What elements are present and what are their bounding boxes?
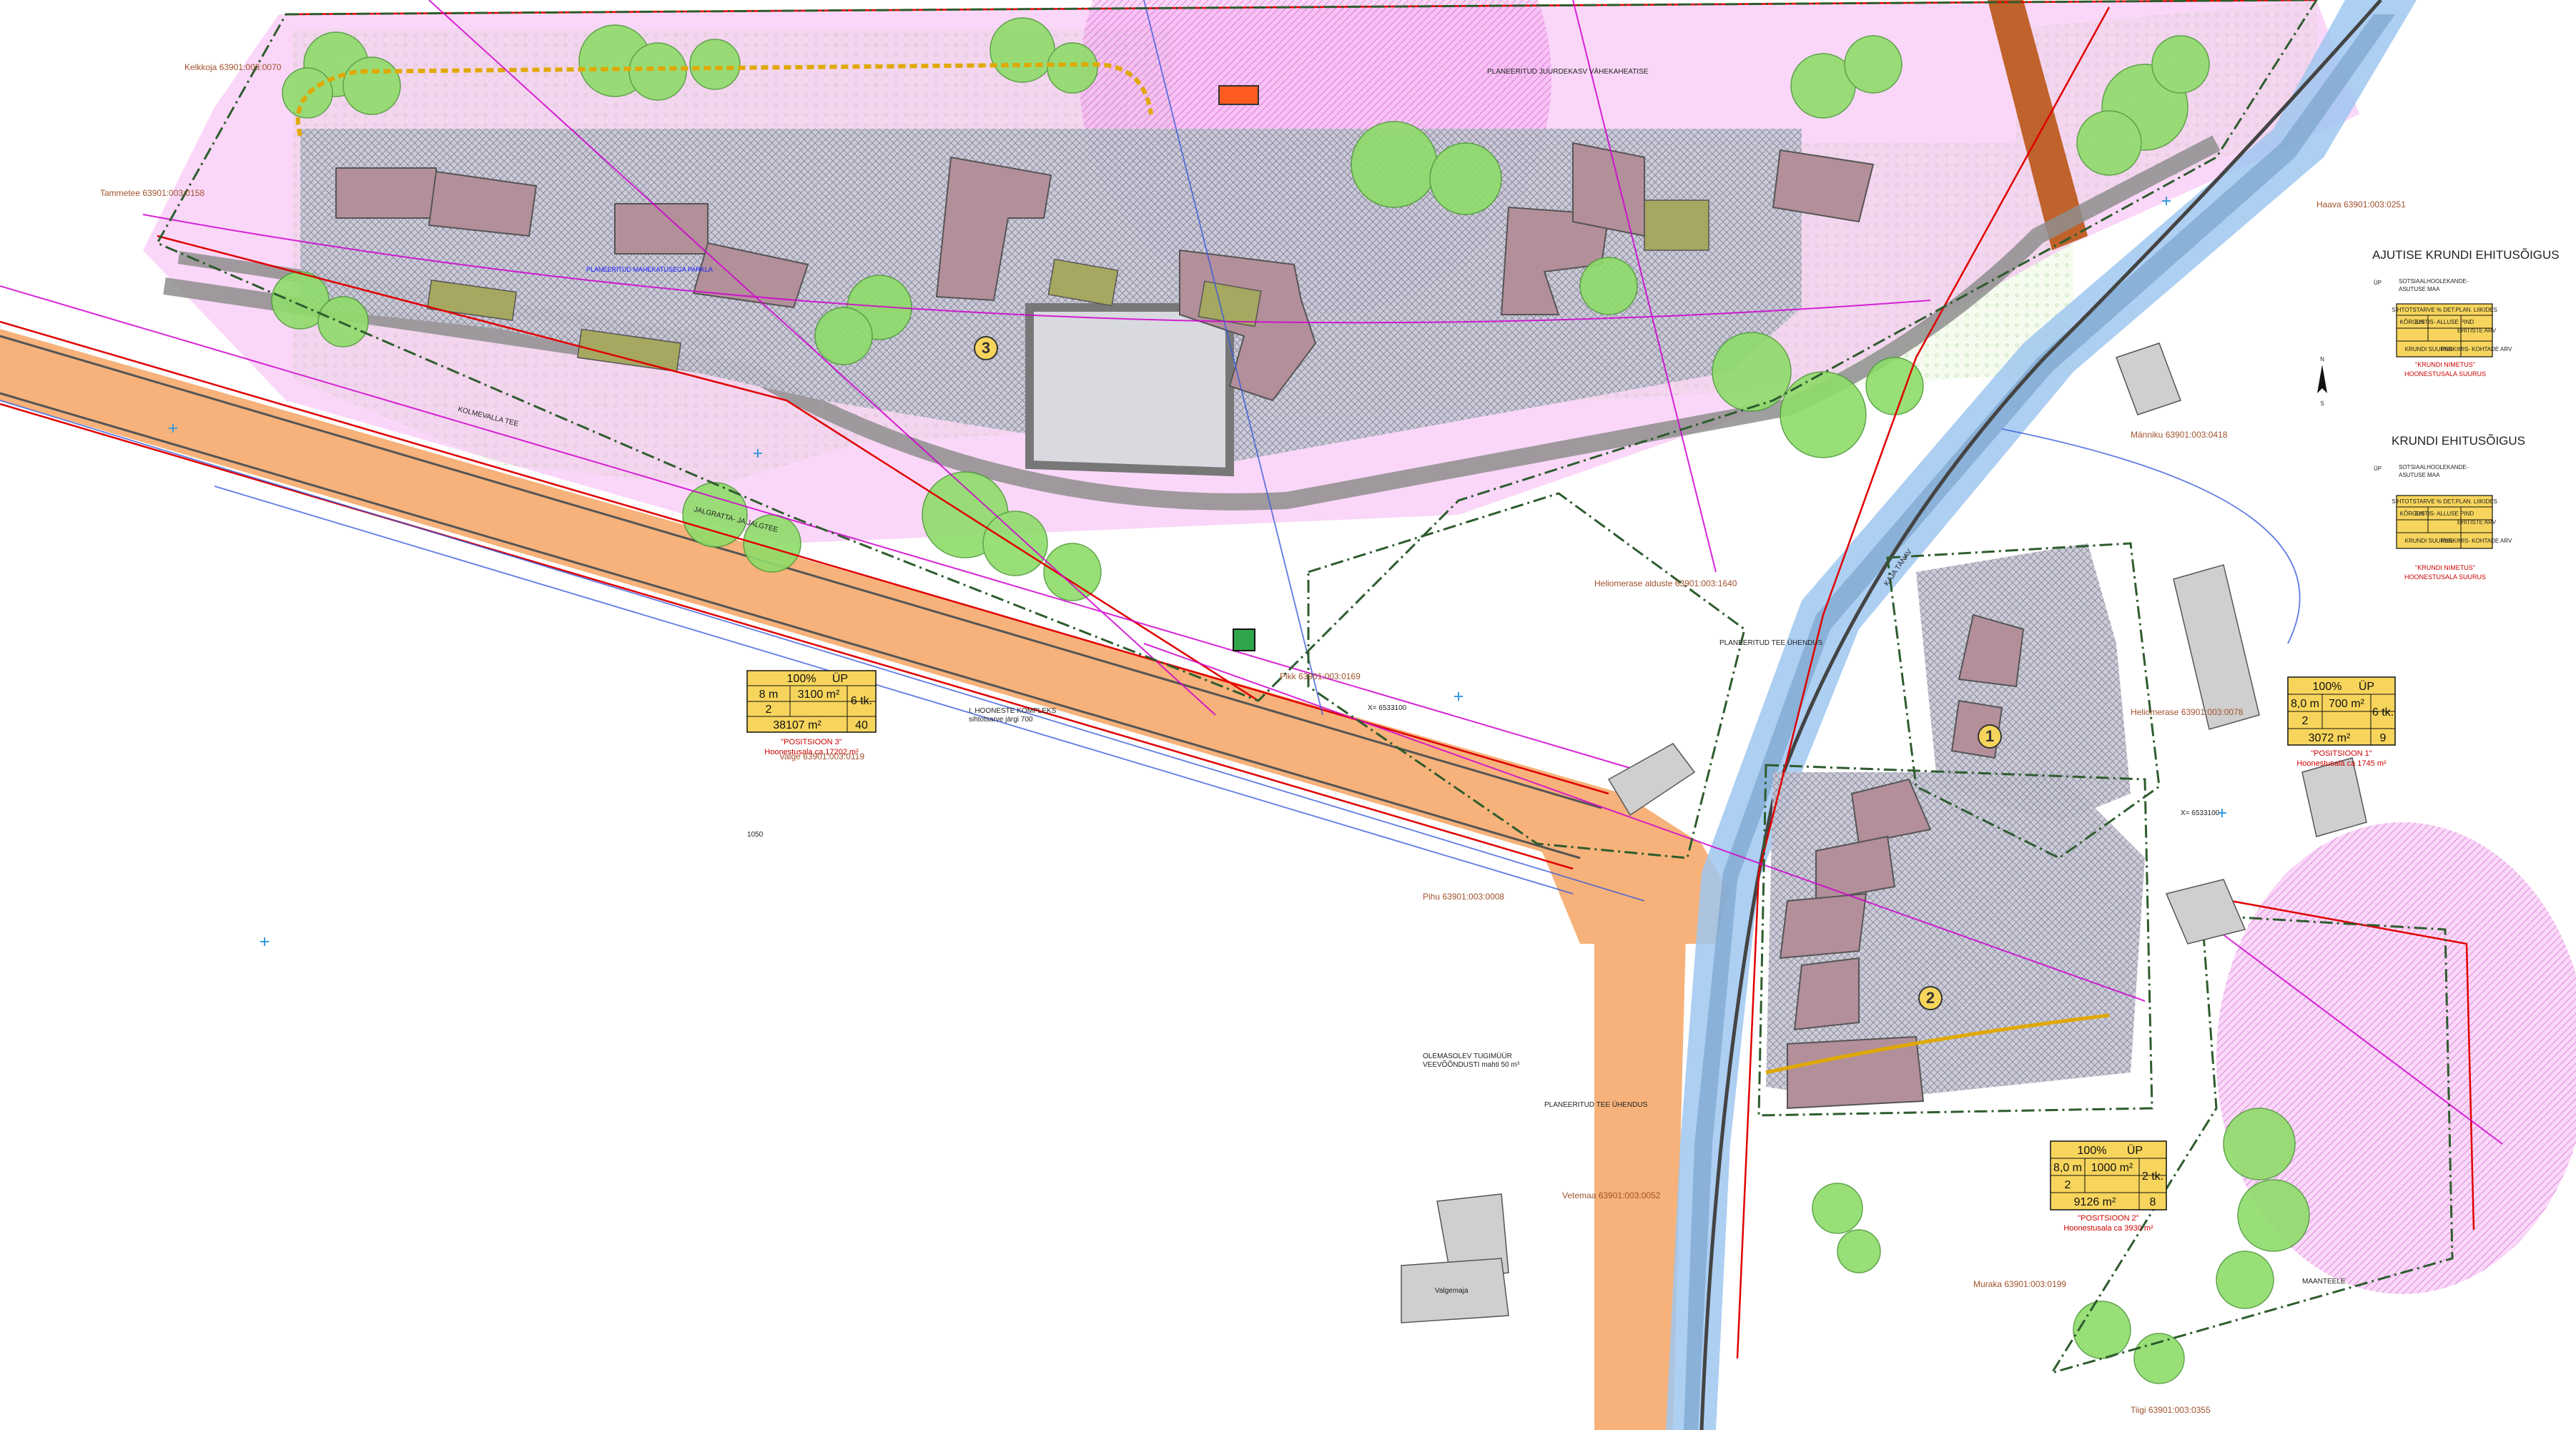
legend-main-cell-b: EHITIS- ALLUSE PIND	[2415, 511, 2474, 517]
legend-temp-red2: HOONESTUSALA SUURUS	[2404, 370, 2486, 378]
addr-heliomerase: Heliomerase 63901:003:0078	[2131, 707, 2244, 717]
addr-haava: Haava 63901:003:0251	[2316, 199, 2406, 209]
legend-main-table: SIHTOTSTARVE % DET.PLAN. LIIKIDES KÕRGUS…	[2392, 495, 2512, 549]
lot-id-1: 1	[1985, 727, 1994, 745]
table1-area: 700 m²	[2329, 698, 2364, 710]
table1-lot-area: 3072 m²	[2309, 732, 2351, 744]
lot-table-3[interactable]: 100% ÜP 8 m 3100 m² 6 tk. 2 38107 m² 40 …	[746, 670, 877, 756]
table2-pct: 100%	[2078, 1145, 2107, 1157]
table1-pct: 100%	[2313, 681, 2342, 693]
lot-id-3: 3	[982, 339, 990, 357]
south-label: S	[2320, 400, 2324, 407]
lot-marker-2: 2	[1918, 986, 1943, 1010]
lot-id-2: 2	[1926, 989, 1935, 1007]
table3-floors: 2	[766, 704, 772, 716]
table1-floors: 2	[2302, 715, 2309, 727]
legend-main-code: ÜP	[2374, 465, 2382, 472]
label-tee-nr: 1050	[747, 831, 764, 839]
legend-temp-cell-e: PARKIMIS- KOHTADE ARV	[2442, 346, 2512, 352]
north-arrow-icon: N S	[2317, 356, 2327, 407]
legend-main-red1: "KRUNDI NIMETUS"	[2415, 564, 2475, 571]
legend-temp-red1: "KRUNDI NIMETUS"	[2415, 361, 2475, 368]
table2-up: ÜP	[2127, 1144, 2143, 1157]
table3-units: 6 tk.	[851, 695, 872, 707]
label-planned-junction: PLANEERITUD TEE ÜHENDUS	[1719, 638, 1823, 647]
addr-pihu: Pihu 63901:003:0008	[1423, 892, 1504, 902]
table2-caption2: Hoonestusala ca 3930 m²	[2063, 1224, 2153, 1233]
table2-caption: "POSITSIOON 2"	[2078, 1214, 2139, 1223]
table2-units: 2 tk.	[2142, 1170, 2163, 1183]
table2-lot-area: 9126 m²	[2074, 1196, 2116, 1208]
addr-kelkkoja: Kelkkoja 63901:003:0070	[184, 62, 282, 72]
label-planned-apartment: PLANEERITUD JUURDEKASV VÄHEKAHEATISE	[1487, 67, 1649, 76]
table2-floors: 2	[2065, 1179, 2071, 1191]
legend-temp-desc1: SOTSIAALHOOLEKANDE-	[2399, 278, 2469, 285]
table3-pct: 100%	[787, 673, 816, 685]
legend-temp-code: ÜP	[2374, 280, 2382, 286]
label-planned-junction-2: PLANEERITUD TEE ÜHENDUS	[1544, 1100, 1648, 1109]
legend-main-red2: HOONESTUSALA SUURUS	[2404, 573, 2486, 581]
table3-lot-area: 38107 m²	[773, 719, 821, 731]
legend: AJUTISE KRUNDI EHITUSÕIGUS ÜP SOTSIAALHO…	[2317, 248, 2560, 581]
addr-muraka: Muraka 63901:003:0199	[1973, 1279, 2066, 1289]
legend-main-header: SIHTOTSTARVE % DET.PLAN. LIIKIDES	[2392, 498, 2497, 505]
legend-temp-header: SIHTOTSTARVE % DET.PLAN. LIIKIDES	[2392, 307, 2497, 313]
label-coord-1: X= 6533100	[1368, 704, 1407, 712]
table2-area: 1000 m²	[2091, 1162, 2133, 1174]
label-coord-2: X= 6533100	[2181, 809, 2220, 817]
legend-main-desc2: ASUTUSE MAA	[2399, 472, 2440, 478]
table3-up: ÜP	[832, 672, 848, 685]
addr-tiigi: Tiigi 63901:003:0355	[2131, 1405, 2211, 1415]
addr-valge: Valge 63901:003:0119	[779, 751, 864, 761]
lot-table-2[interactable]: 100% ÜP 8,0 m 1000 m² 2 tk. 2 9126 m² 8 …	[2050, 1140, 2167, 1233]
legend-temp-desc2: ASUTUSE MAA	[2399, 286, 2440, 292]
legend-main-cell-c: EHITISTE ARV	[2457, 519, 2497, 526]
label-planned-parking: PLANEERITUD MAHEKATUSEGA PARKLA	[586, 266, 713, 273]
label-existing-culvert: OLEMASOLEV TUGIMÜÜR	[1423, 1052, 1512, 1060]
addr-pikk: Pikk 63901:003:0169	[1280, 671, 1361, 681]
lot-marker-1: 1	[1978, 724, 2002, 749]
legend-temp-table: SIHTOTSTARVE % DET.PLAN. LIIKIDES KÕRGUS…	[2392, 303, 2512, 358]
legend-main-cell-e: PARKIMIS- KOHTADE ARV	[2442, 538, 2512, 544]
table3-parking: 40	[855, 719, 868, 731]
label-valgemaja: Valgemaja	[1435, 1287, 1469, 1295]
table3-area: 3100 m²	[798, 689, 840, 701]
table2-parking: 8	[2150, 1196, 2156, 1208]
addr-heliomerase-alduste: Heliomerase alduste 63901:003:1640	[1594, 578, 1737, 588]
label-culvert-sub: VEEVÕÕNDUSTI mahti 50 m³	[1423, 1060, 1520, 1069]
addr-vetemaa: Vetemaa 63901:003:0052	[1562, 1190, 1661, 1200]
table1-caption: "POSITSIOON 1"	[2311, 749, 2372, 758]
table1-up: ÜP	[2359, 680, 2374, 693]
lot-marker-3: 3	[974, 336, 998, 360]
label-building-complex: I. HOONESTE KOMPLEKS	[969, 707, 1057, 715]
addr-tammetee: Tammetee 63901:003:0158	[100, 188, 204, 198]
table1-parking: 9	[2380, 732, 2387, 744]
substation	[1233, 628, 1255, 651]
label-building-complex-sub: sihtotsarve järgi 700	[969, 716, 1033, 724]
utility-box	[1218, 85, 1259, 105]
table2-height: 8,0 m	[2053, 1162, 2082, 1174]
addr-manniku: Männiku 63901:003:0418	[2131, 430, 2228, 440]
table1-units: 6 tk.	[2372, 706, 2394, 719]
legend-temp-title: AJUTISE KRUNDI EHITUSÕIGUS	[2372, 248, 2560, 262]
table3-caption: "POSITSIOON 3"	[781, 738, 842, 746]
lot-table-1[interactable]: 100% ÜP 8,0 m 700 m² 6 tk. 2 3072 m² 9 "…	[2287, 676, 2396, 768]
table1-height: 8,0 m	[2291, 698, 2319, 710]
north-label: N	[2320, 356, 2324, 363]
parking-loop	[1025, 303, 1234, 477]
legend-main-title: KRUNDI EHITUSÕIGUS	[2392, 434, 2525, 448]
table3-height: 8 m	[759, 689, 779, 701]
label-maanteele: MAANTEELE	[2302, 1278, 2346, 1286]
legend-main-desc1: SOTSIAALHOOLEKANDE-	[2399, 464, 2469, 470]
legend-temp-cell-b: EHITIS- ALLUSE PIND	[2415, 319, 2474, 325]
legend-temp-cell-c: EHITISTE ARV	[2457, 327, 2497, 334]
table1-caption2: Hoonestusala ca 1745 m²	[2296, 759, 2387, 768]
detail-plan-map[interactable]: 3 1 2 100% ÜP 8 m 3100 m² 6 tk. 2 38107 …	[0, 0, 2576, 1430]
